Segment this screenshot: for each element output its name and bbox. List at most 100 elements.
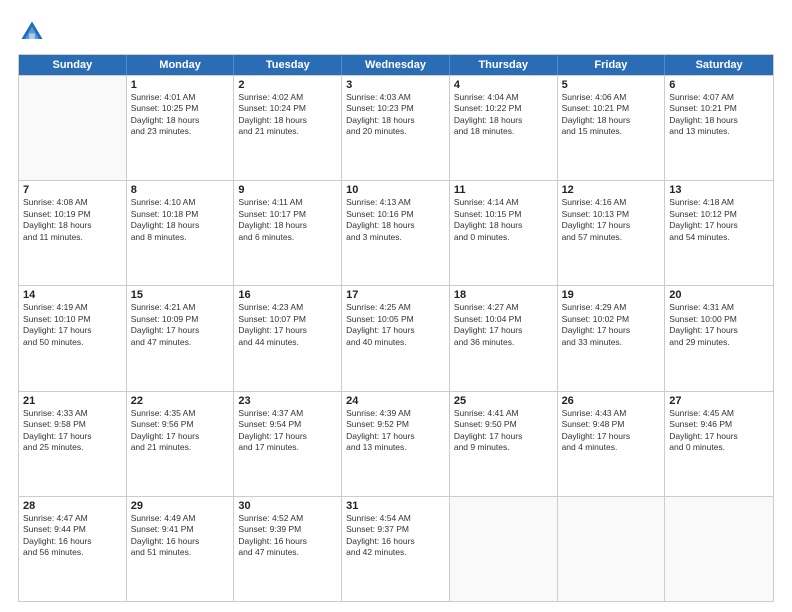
- header: [18, 18, 774, 46]
- day-info: Sunrise: 4:39 AMSunset: 9:52 PMDaylight:…: [346, 408, 445, 454]
- day-info: Sunrise: 4:45 AMSunset: 9:46 PMDaylight:…: [669, 408, 769, 454]
- logo: [18, 18, 48, 46]
- day-number: 14: [23, 289, 122, 301]
- table-row: 1Sunrise: 4:01 AMSunset: 10:25 PMDayligh…: [127, 76, 235, 180]
- day-number: 17: [346, 289, 445, 301]
- week-row-2: 7Sunrise: 4:08 AMSunset: 10:19 PMDayligh…: [19, 180, 773, 285]
- day-number: 5: [562, 79, 661, 91]
- day-info: Sunrise: 4:25 AMSunset: 10:05 PMDaylight…: [346, 302, 445, 348]
- table-row: 23Sunrise: 4:37 AMSunset: 9:54 PMDayligh…: [234, 392, 342, 496]
- day-number: 4: [454, 79, 553, 91]
- day-number: 28: [23, 500, 122, 512]
- day-number: 16: [238, 289, 337, 301]
- table-row: 2Sunrise: 4:02 AMSunset: 10:24 PMDayligh…: [234, 76, 342, 180]
- table-row: [665, 497, 773, 601]
- table-row: 14Sunrise: 4:19 AMSunset: 10:10 PMDaylig…: [19, 286, 127, 390]
- day-info: Sunrise: 4:52 AMSunset: 9:39 PMDaylight:…: [238, 513, 337, 559]
- day-info: Sunrise: 4:35 AMSunset: 9:56 PMDaylight:…: [131, 408, 230, 454]
- day-info: Sunrise: 4:54 AMSunset: 9:37 PMDaylight:…: [346, 513, 445, 559]
- day-info: Sunrise: 4:23 AMSunset: 10:07 PMDaylight…: [238, 302, 337, 348]
- calendar-body: 1Sunrise: 4:01 AMSunset: 10:25 PMDayligh…: [19, 75, 773, 601]
- day-number: 24: [346, 395, 445, 407]
- table-row: 11Sunrise: 4:14 AMSunset: 10:15 PMDaylig…: [450, 181, 558, 285]
- table-row: 18Sunrise: 4:27 AMSunset: 10:04 PMDaylig…: [450, 286, 558, 390]
- day-number: 26: [562, 395, 661, 407]
- table-row: 10Sunrise: 4:13 AMSunset: 10:16 PMDaylig…: [342, 181, 450, 285]
- day-number: 23: [238, 395, 337, 407]
- day-number: 7: [23, 184, 122, 196]
- day-info: Sunrise: 4:37 AMSunset: 9:54 PMDaylight:…: [238, 408, 337, 454]
- table-row: 8Sunrise: 4:10 AMSunset: 10:18 PMDayligh…: [127, 181, 235, 285]
- day-info: Sunrise: 4:10 AMSunset: 10:18 PMDaylight…: [131, 197, 230, 243]
- week-row-5: 28Sunrise: 4:47 AMSunset: 9:44 PMDayligh…: [19, 496, 773, 601]
- table-row: 29Sunrise: 4:49 AMSunset: 9:41 PMDayligh…: [127, 497, 235, 601]
- day-info: Sunrise: 4:11 AMSunset: 10:17 PMDaylight…: [238, 197, 337, 243]
- table-row: 26Sunrise: 4:43 AMSunset: 9:48 PMDayligh…: [558, 392, 666, 496]
- day-number: 15: [131, 289, 230, 301]
- table-row: 5Sunrise: 4:06 AMSunset: 10:21 PMDayligh…: [558, 76, 666, 180]
- day-number: 3: [346, 79, 445, 91]
- week-row-3: 14Sunrise: 4:19 AMSunset: 10:10 PMDaylig…: [19, 285, 773, 390]
- day-info: Sunrise: 4:16 AMSunset: 10:13 PMDaylight…: [562, 197, 661, 243]
- table-row: [558, 497, 666, 601]
- day-info: Sunrise: 4:18 AMSunset: 10:12 PMDaylight…: [669, 197, 769, 243]
- header-day-thursday: Thursday: [450, 55, 558, 75]
- day-number: 25: [454, 395, 553, 407]
- table-row: 12Sunrise: 4:16 AMSunset: 10:13 PMDaylig…: [558, 181, 666, 285]
- table-row: [450, 497, 558, 601]
- day-number: 8: [131, 184, 230, 196]
- day-number: 22: [131, 395, 230, 407]
- day-info: Sunrise: 4:41 AMSunset: 9:50 PMDaylight:…: [454, 408, 553, 454]
- week-row-4: 21Sunrise: 4:33 AMSunset: 9:58 PMDayligh…: [19, 391, 773, 496]
- day-info: Sunrise: 4:13 AMSunset: 10:16 PMDaylight…: [346, 197, 445, 243]
- day-info: Sunrise: 4:02 AMSunset: 10:24 PMDaylight…: [238, 92, 337, 138]
- table-row: 16Sunrise: 4:23 AMSunset: 10:07 PMDaylig…: [234, 286, 342, 390]
- header-day-sunday: Sunday: [19, 55, 127, 75]
- day-info: Sunrise: 4:03 AMSunset: 10:23 PMDaylight…: [346, 92, 445, 138]
- day-number: 11: [454, 184, 553, 196]
- day-info: Sunrise: 4:04 AMSunset: 10:22 PMDaylight…: [454, 92, 553, 138]
- table-row: 17Sunrise: 4:25 AMSunset: 10:05 PMDaylig…: [342, 286, 450, 390]
- table-row: 28Sunrise: 4:47 AMSunset: 9:44 PMDayligh…: [19, 497, 127, 601]
- table-row: 31Sunrise: 4:54 AMSunset: 9:37 PMDayligh…: [342, 497, 450, 601]
- page: SundayMondayTuesdayWednesdayThursdayFrid…: [0, 0, 792, 612]
- day-info: Sunrise: 4:06 AMSunset: 10:21 PMDaylight…: [562, 92, 661, 138]
- logo-icon: [18, 18, 46, 46]
- day-info: Sunrise: 4:08 AMSunset: 10:19 PMDaylight…: [23, 197, 122, 243]
- day-number: 27: [669, 395, 769, 407]
- day-number: 2: [238, 79, 337, 91]
- header-day-saturday: Saturday: [665, 55, 773, 75]
- day-number: 20: [669, 289, 769, 301]
- day-number: 29: [131, 500, 230, 512]
- table-row: 19Sunrise: 4:29 AMSunset: 10:02 PMDaylig…: [558, 286, 666, 390]
- table-row: 6Sunrise: 4:07 AMSunset: 10:21 PMDayligh…: [665, 76, 773, 180]
- day-number: 10: [346, 184, 445, 196]
- table-row: 9Sunrise: 4:11 AMSunset: 10:17 PMDayligh…: [234, 181, 342, 285]
- table-row: 15Sunrise: 4:21 AMSunset: 10:09 PMDaylig…: [127, 286, 235, 390]
- header-day-friday: Friday: [558, 55, 666, 75]
- table-row: 25Sunrise: 4:41 AMSunset: 9:50 PMDayligh…: [450, 392, 558, 496]
- day-info: Sunrise: 4:14 AMSunset: 10:15 PMDaylight…: [454, 197, 553, 243]
- day-number: 18: [454, 289, 553, 301]
- table-row: 22Sunrise: 4:35 AMSunset: 9:56 PMDayligh…: [127, 392, 235, 496]
- day-info: Sunrise: 4:27 AMSunset: 10:04 PMDaylight…: [454, 302, 553, 348]
- day-number: 30: [238, 500, 337, 512]
- table-row: 24Sunrise: 4:39 AMSunset: 9:52 PMDayligh…: [342, 392, 450, 496]
- table-row: 13Sunrise: 4:18 AMSunset: 10:12 PMDaylig…: [665, 181, 773, 285]
- header-day-tuesday: Tuesday: [234, 55, 342, 75]
- day-number: 6: [669, 79, 769, 91]
- day-info: Sunrise: 4:33 AMSunset: 9:58 PMDaylight:…: [23, 408, 122, 454]
- day-number: 31: [346, 500, 445, 512]
- day-number: 9: [238, 184, 337, 196]
- table-row: 30Sunrise: 4:52 AMSunset: 9:39 PMDayligh…: [234, 497, 342, 601]
- day-info: Sunrise: 4:29 AMSunset: 10:02 PMDaylight…: [562, 302, 661, 348]
- header-day-monday: Monday: [127, 55, 235, 75]
- day-number: 13: [669, 184, 769, 196]
- table-row: 4Sunrise: 4:04 AMSunset: 10:22 PMDayligh…: [450, 76, 558, 180]
- day-number: 12: [562, 184, 661, 196]
- day-info: Sunrise: 4:21 AMSunset: 10:09 PMDaylight…: [131, 302, 230, 348]
- calendar: SundayMondayTuesdayWednesdayThursdayFrid…: [18, 54, 774, 602]
- calendar-header: SundayMondayTuesdayWednesdayThursdayFrid…: [19, 55, 773, 75]
- day-info: Sunrise: 4:31 AMSunset: 10:00 PMDaylight…: [669, 302, 769, 348]
- day-number: 1: [131, 79, 230, 91]
